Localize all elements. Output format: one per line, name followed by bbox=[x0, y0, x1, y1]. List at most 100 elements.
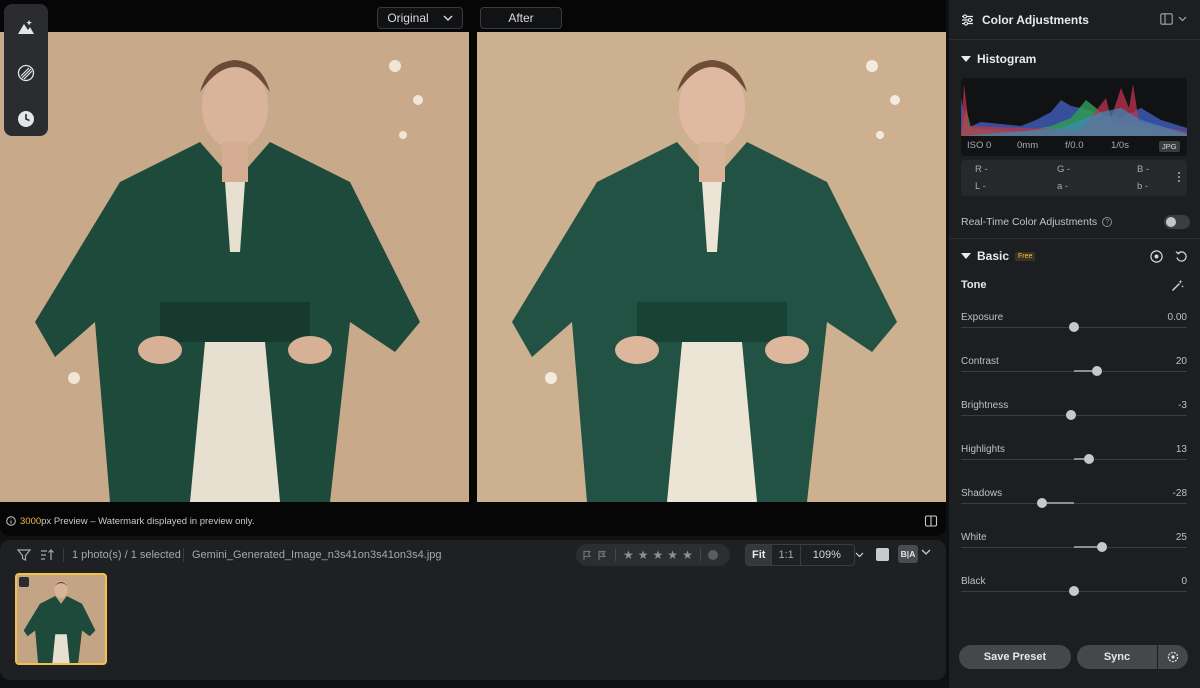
exif-info: ISO 0 0mm f/0.0 1/0s JPG bbox=[961, 138, 1187, 154]
star-3-icon[interactable]: ★ bbox=[653, 549, 664, 561]
slider-value: 0 bbox=[1181, 576, 1187, 587]
readout-a: a - bbox=[1057, 181, 1069, 192]
realtime-label: Real-Time Color Adjustments bbox=[961, 216, 1098, 228]
original-label: Original bbox=[387, 11, 429, 25]
slider-label: Contrast bbox=[961, 356, 999, 367]
edited-badge-icon bbox=[19, 577, 29, 587]
tool-adjust-button[interactable] bbox=[10, 12, 42, 42]
slider-fill bbox=[1042, 502, 1074, 504]
section-divider bbox=[949, 238, 1200, 239]
before-after-view-button[interactable]: B|A bbox=[898, 545, 918, 563]
tool-history-button[interactable] bbox=[10, 104, 42, 134]
slider-label: Shadows bbox=[961, 488, 1003, 499]
toggle-knob bbox=[1166, 217, 1176, 227]
slider-label: White bbox=[961, 532, 987, 543]
collapse-triangle-icon bbox=[961, 56, 971, 62]
slider-thumb[interactable] bbox=[1097, 542, 1108, 552]
photo-thumbnail[interactable] bbox=[15, 573, 107, 665]
format-badge: JPG bbox=[1159, 141, 1180, 152]
slider-brightness[interactable]: Brightness -3 bbox=[961, 400, 1187, 436]
star-1-icon[interactable]: ★ bbox=[623, 549, 634, 561]
slider-exposure[interactable]: Exposure 0.00 bbox=[961, 312, 1187, 348]
sort-icon[interactable] bbox=[39, 547, 55, 563]
readout-b: B - bbox=[1137, 164, 1150, 175]
rating-group: ★ ★ ★ ★ ★ bbox=[576, 544, 730, 566]
layout-icon bbox=[1160, 13, 1173, 25]
histogram-graph bbox=[961, 84, 1187, 136]
zoom-level-value: 109% bbox=[812, 549, 841, 561]
chevron-down-icon bbox=[855, 552, 864, 558]
mountain-icon bbox=[18, 20, 34, 34]
slider-value: 13 bbox=[1175, 444, 1187, 455]
sync-button[interactable]: Sync bbox=[1077, 645, 1157, 669]
filmstrip-toolbar: 1 photo(s) / 1 selected Gemini_Generated… bbox=[0, 540, 946, 570]
color-adjustments-panel: Color Adjustments Histogram ISO 0 0mm f/… bbox=[948, 0, 1200, 688]
tool-texture-button[interactable] bbox=[10, 58, 42, 88]
zoom-one-to-one-button[interactable]: 1:1 bbox=[771, 545, 801, 565]
color-label-icon[interactable] bbox=[707, 550, 718, 560]
sliders-icon bbox=[962, 13, 973, 26]
preview-px-value: 3000 bbox=[20, 515, 42, 527]
slider-highlights[interactable]: Highlights 13 bbox=[961, 444, 1187, 480]
slider-label: Highlights bbox=[961, 444, 1005, 455]
slider-thumb[interactable] bbox=[1069, 586, 1079, 596]
histogram-title: Histogram bbox=[977, 52, 1037, 66]
preview-text: Preview – Watermark displayed in preview… bbox=[51, 515, 255, 527]
star-5-icon[interactable]: ★ bbox=[682, 549, 693, 561]
slider-thumb[interactable] bbox=[1083, 454, 1094, 464]
preview-px-unit: px bbox=[41, 515, 52, 527]
auto-tone-wand-icon[interactable] bbox=[1171, 279, 1184, 292]
visibility-eye-icon[interactable] bbox=[1150, 250, 1163, 263]
exif-focal-length: 0mm bbox=[1017, 140, 1039, 151]
slider-thumb[interactable] bbox=[1091, 366, 1102, 376]
slider-value: 0.00 bbox=[1167, 312, 1187, 323]
histogram-section-header[interactable]: Histogram bbox=[949, 46, 1200, 72]
more-options-icon[interactable] bbox=[1178, 172, 1181, 184]
slider-thumb[interactable] bbox=[1037, 498, 1048, 508]
thumbnail-image bbox=[17, 575, 105, 663]
slider-thumb[interactable] bbox=[1069, 322, 1079, 332]
save-preset-button[interactable]: Save Preset bbox=[959, 645, 1071, 669]
readout-g: G - bbox=[1057, 164, 1071, 175]
after-photo-image bbox=[477, 32, 946, 502]
panel-layout-button[interactable] bbox=[1160, 13, 1187, 25]
slider-thumb[interactable] bbox=[1065, 410, 1076, 420]
filter-icon[interactable] bbox=[16, 547, 32, 563]
after-label: After bbox=[508, 11, 534, 25]
panel-title: Color Adjustments bbox=[982, 12, 1089, 27]
chevron-down-icon bbox=[1178, 16, 1187, 22]
slider-white[interactable]: White 25 bbox=[961, 532, 1187, 568]
zoom-level-dropdown[interactable]: 109% bbox=[801, 545, 870, 565]
reset-icon[interactable] bbox=[1175, 250, 1188, 263]
info-icon bbox=[6, 516, 16, 526]
slider-value: -28 bbox=[1172, 488, 1187, 499]
readout-l: L - bbox=[975, 181, 986, 192]
split-view-icon[interactable] bbox=[924, 514, 938, 528]
exif-iso: ISO 0 bbox=[967, 140, 992, 151]
chevron-down-icon[interactable] bbox=[921, 549, 931, 556]
photo-count: 1 photo(s) / 1 selected bbox=[72, 549, 181, 561]
rating-divider bbox=[699, 549, 701, 561]
single-view-button[interactable] bbox=[876, 548, 889, 561]
original-view-dropdown[interactable]: Original bbox=[377, 7, 463, 29]
slider-label: Black bbox=[961, 576, 986, 587]
histogram: ISO 0 0mm f/0.0 1/0s JPG bbox=[961, 78, 1187, 156]
sync-settings-button[interactable] bbox=[1158, 645, 1188, 669]
slider-value: 20 bbox=[1175, 356, 1187, 367]
rating-divider bbox=[615, 549, 616, 561]
slider-value: -3 bbox=[1178, 400, 1187, 411]
flag-pick-icon[interactable] bbox=[582, 550, 593, 561]
texture-icon bbox=[17, 64, 35, 82]
realtime-toggle[interactable] bbox=[1164, 215, 1190, 229]
toolbar-divider bbox=[183, 548, 184, 562]
star-2-icon[interactable]: ★ bbox=[638, 549, 649, 561]
slider-contrast[interactable]: Contrast 20 bbox=[961, 356, 1187, 392]
flag-reject-icon[interactable] bbox=[597, 550, 608, 561]
zoom-fit-button[interactable]: Fit bbox=[746, 545, 772, 565]
slider-label: Brightness bbox=[961, 400, 1009, 411]
star-4-icon[interactable]: ★ bbox=[667, 549, 678, 561]
help-icon[interactable]: ? bbox=[1102, 217, 1113, 227]
slider-shadows[interactable]: Shadows -28 bbox=[961, 488, 1187, 524]
slider-black[interactable]: Black 0 bbox=[961, 576, 1187, 612]
slider-label: Exposure bbox=[961, 312, 1004, 323]
